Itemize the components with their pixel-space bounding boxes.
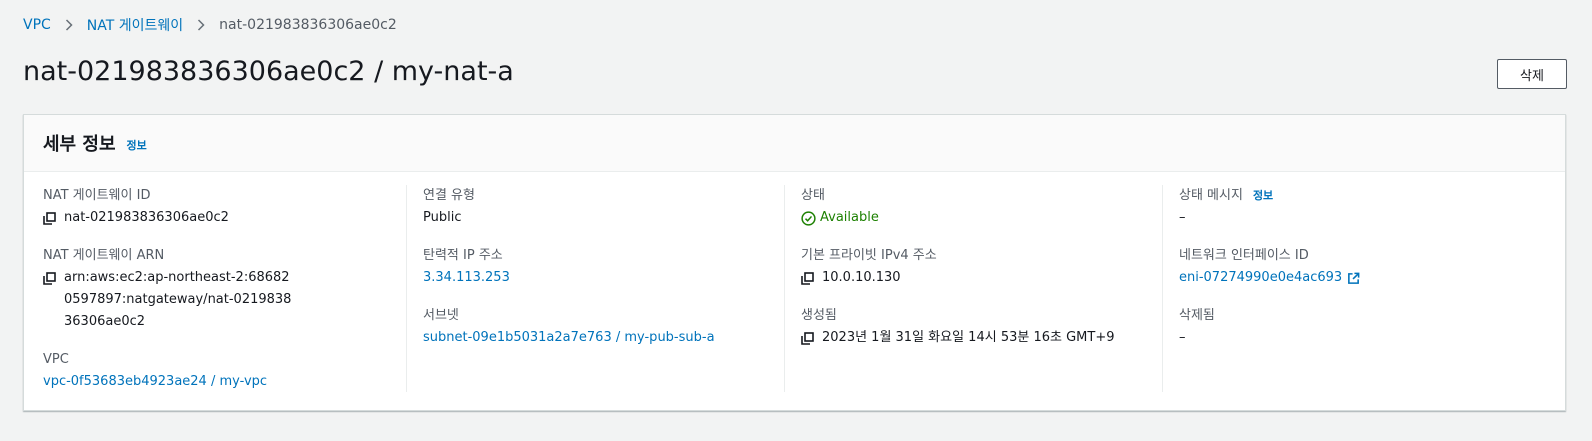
private-ip-field: 기본 프라이빗 IPv4 주소 10.0.10.130 — [801, 245, 1176, 289]
network-interface-value[interactable]: eni-07274990e0e4ac693 — [1179, 267, 1342, 289]
subnet-field: 서브넷 subnet-09e1b5031a2a7e763 / my-pub-su… — [423, 305, 798, 349]
vpc-link[interactable]: vpc-0f53683eb4923ae24 / my-vpc — [43, 371, 403, 393]
created-value: 2023년 1월 31일 화요일 14시 53분 16초 GMT+9 — [822, 330, 1115, 345]
details-column-3: 상태 Available 기본 프라이빗 IPv4 주소 10.0.10.130… — [784, 185, 1176, 392]
chevron-right-icon — [197, 19, 205, 31]
deleted-label: 삭제됨 — [1179, 308, 1215, 323]
created-label: 생성됨 — [801, 308, 837, 323]
state-message-field: 상태 메시지 정보 – — [1179, 185, 1549, 229]
breadcrumb-nat-gateways-link[interactable]: NAT 게이트웨이 — [87, 15, 183, 35]
state-message-value: – — [1179, 210, 1186, 225]
deleted-field: 삭제됨 – — [1179, 305, 1549, 349]
network-interface-field: 네트워크 인터페이스 ID eni-07274990e0e4ac693 — [1179, 245, 1549, 289]
network-interface-link[interactable]: eni-07274990e0e4ac693 — [1179, 267, 1549, 289]
info-link[interactable]: 정보 — [127, 137, 147, 153]
copy-icon[interactable] — [801, 327, 815, 349]
elastic-ip-link[interactable]: 3.34.113.253 — [423, 267, 798, 289]
connectivity-type-label: 연결 유형 — [423, 188, 475, 203]
nat-arn-value: arn:aws:ec2:ap-northeast-2:686820597897:… — [64, 270, 292, 329]
breadcrumb-current: nat-021983836306ae0c2 — [219, 17, 397, 33]
state-message-info-link[interactable]: 정보 — [1253, 185, 1273, 207]
status-badge: Available — [801, 207, 879, 229]
copy-icon[interactable] — [43, 207, 57, 229]
copy-icon[interactable] — [801, 267, 815, 289]
details-column-4: 상태 메시지 정보 – 네트워크 인터페이스 ID eni-07274990e0… — [1162, 185, 1549, 392]
state-value: Available — [820, 210, 879, 225]
nat-id-field: NAT 게이트웨이 ID nat-021983836306ae0c2 — [43, 185, 403, 229]
breadcrumb: VPC NAT 게이트웨이 nat-021983836306ae0c2 — [23, 14, 397, 36]
connectivity-type-field: 연결 유형 Public — [423, 185, 798, 229]
delete-button[interactable]: 삭제 — [1497, 59, 1567, 89]
panel-title: 세부 정보 — [43, 134, 116, 155]
deleted-value: – — [1179, 330, 1186, 345]
panel-header: 세부 정보 정보 — [24, 115, 1565, 172]
details-column-1: NAT 게이트웨이 ID nat-021983836306ae0c2 NAT 게… — [43, 185, 403, 392]
network-interface-label: 네트워크 인터페이스 ID — [1179, 248, 1309, 263]
nat-id-value: nat-021983836306ae0c2 — [64, 210, 229, 225]
state-message-label: 상태 메시지 — [1179, 188, 1243, 203]
page-title: nat-021983836306ae0c2 / my-nat-a — [23, 56, 514, 87]
status-success-icon — [801, 210, 816, 226]
state-field: 상태 Available — [801, 185, 1176, 229]
vpc-label: VPC — [43, 352, 69, 367]
private-ip-label: 기본 프라이빗 IPv4 주소 — [801, 248, 937, 263]
external-link-icon[interactable] — [1347, 267, 1360, 289]
breadcrumb-vpc-link[interactable]: VPC — [23, 17, 51, 33]
copy-icon[interactable] — [43, 267, 57, 289]
subnet-link[interactable]: subnet-09e1b5031a2a7e763 / my-pub-sub-a — [423, 327, 798, 349]
state-label: 상태 — [801, 188, 825, 203]
elastic-ip-label: 탄력적 IP 주소 — [423, 248, 503, 263]
connectivity-type-value: Public — [423, 210, 462, 225]
chevron-right-icon — [65, 19, 73, 31]
nat-arn-label: NAT 게이트웨이 ARN — [43, 248, 165, 263]
subnet-label: 서브넷 — [423, 308, 459, 323]
details-panel: 세부 정보 정보 NAT 게이트웨이 ID nat-021983836306ae… — [23, 114, 1566, 411]
nat-arn-field: NAT 게이트웨이 ARN arn:aws:ec2:ap-northeast-2… — [43, 245, 403, 333]
elastic-ip-field: 탄력적 IP 주소 3.34.113.253 — [423, 245, 798, 289]
nat-id-label: NAT 게이트웨이 ID — [43, 188, 151, 203]
vpc-field: VPC vpc-0f53683eb4923ae24 / my-vpc — [43, 349, 403, 393]
private-ip-value: 10.0.10.130 — [822, 270, 901, 285]
created-field: 생성됨 2023년 1월 31일 화요일 14시 53분 16초 GMT+9 — [801, 305, 1176, 349]
details-column-2: 연결 유형 Public 탄력적 IP 주소 3.34.113.253 서브넷 … — [406, 185, 798, 392]
